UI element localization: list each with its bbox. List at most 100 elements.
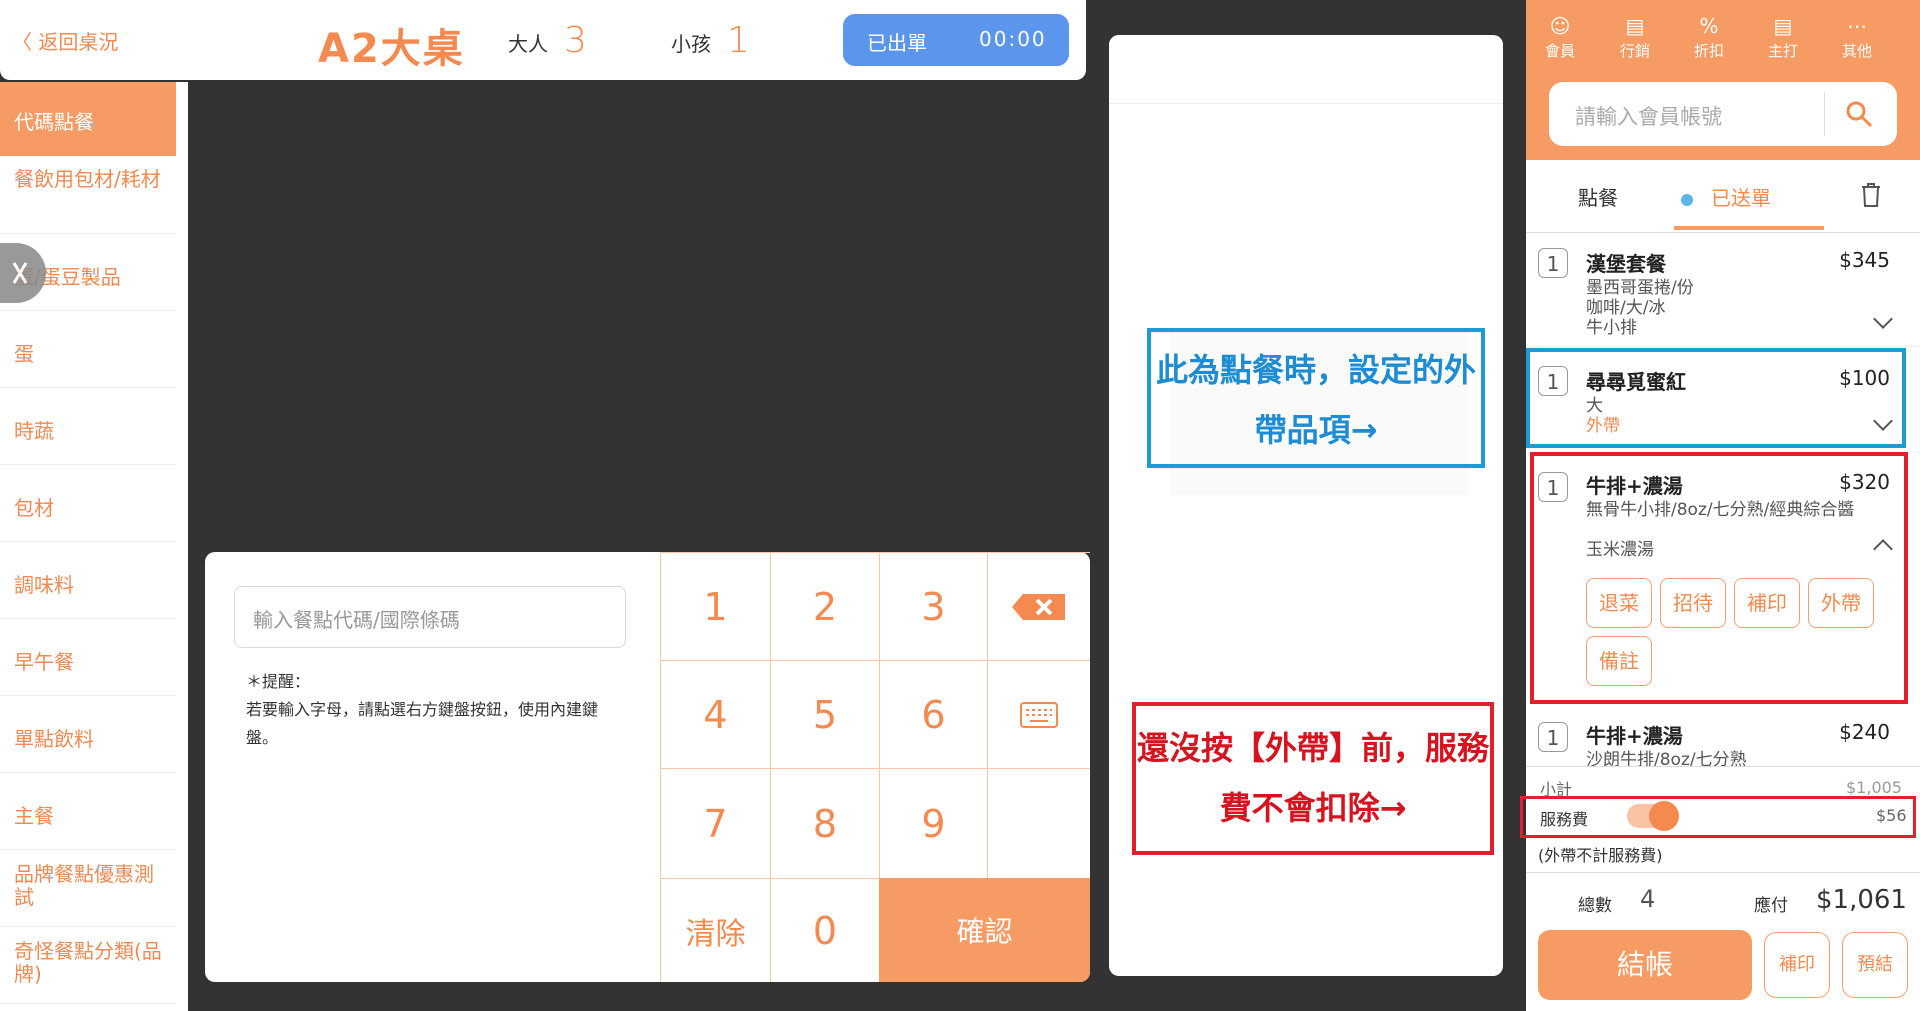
category-brand-odd[interactable]: 奇怪餐點分類(品牌) — [0, 928, 176, 1004]
payable-value: $1,061 — [1816, 885, 1907, 915]
code-input-placeholder: 輸入餐點代碼/國際條碼 — [253, 608, 460, 632]
category-packing[interactable]: 包材 — [0, 466, 176, 542]
key-7[interactable]: 7 — [660, 768, 770, 878]
total-row: 總數 4 應付 $1,061 — [1526, 872, 1920, 931]
sent-dot-icon — [1681, 193, 1693, 206]
key-1[interactable]: 1 — [660, 552, 770, 660]
tab-order[interactable]: 點餐 — [1578, 182, 1618, 211]
drag-handle[interactable] — [0, 243, 46, 303]
adult-label: 大人 — [508, 32, 548, 56]
child-label: 小孩 — [671, 32, 711, 56]
toolbar-label: 折扣 — [1693, 42, 1724, 60]
takeout-item-highlight — [1526, 348, 1906, 448]
key-4[interactable]: 4 — [660, 660, 770, 768]
tab-sent[interactable]: 已送單 — [1681, 182, 1771, 211]
category-sidebar: 代碼點餐 餐飲用包材/耗材 蛋/蛋豆製品 蛋 時蔬 包材 調味料 早午餐 單點飲… — [0, 82, 188, 1011]
category-drinks[interactable]: 單點飲料 — [0, 697, 176, 773]
category-vegetables[interactable]: 時蔬 — [0, 389, 176, 465]
service-fee-highlight — [1520, 796, 1916, 838]
marketing-icon: ▤ — [1625, 14, 1645, 38]
total-count-label: 總數 — [1578, 896, 1612, 916]
order-timer: 00:00 — [979, 27, 1047, 51]
member-search-input[interactable]: 請輸入會員帳號 — [1575, 101, 1722, 131]
toolbar-label: 行銷 — [1619, 42, 1650, 60]
item-name: 牛排+濃湯 — [1586, 724, 1683, 748]
code-input[interactable]: 輸入餐點代碼/國際條碼 — [234, 586, 626, 648]
key-3[interactable]: 3 — [879, 552, 987, 660]
expanded-item-highlight — [1530, 452, 1908, 704]
clear-key[interactable]: 清除 — [660, 878, 770, 982]
item-detail: 沙朗牛排/8oz/七分熟 — [1586, 750, 1747, 766]
confirm-key[interactable]: 確認 — [879, 878, 1090, 982]
reprint-button[interactable]: 補印 — [1764, 932, 1830, 998]
more-icon: ⋯ — [1847, 14, 1867, 38]
category-main[interactable]: 主餐 — [0, 774, 176, 850]
host-icon: ▤ — [1773, 14, 1793, 38]
key-5[interactable]: 5 — [770, 660, 879, 768]
prepay-button[interactable]: 預結 — [1842, 932, 1908, 998]
tip-title: ＊提醒： — [246, 672, 311, 691]
category-label: 品牌餐點優惠測試 — [14, 862, 154, 909]
category-seasoning[interactable]: 調味料 — [0, 543, 176, 619]
item-qty[interactable]: 1 — [1538, 722, 1568, 752]
keyboard-key[interactable] — [987, 660, 1090, 768]
backspace-icon — [1012, 593, 1065, 620]
item-price: $345 — [1839, 248, 1890, 272]
toolbar-label: 其他 — [1841, 42, 1872, 60]
member-icon: ☺ — [1549, 14, 1571, 38]
category-label: 奇怪餐點分類(品牌) — [14, 939, 162, 986]
category-label: 調味料 — [14, 573, 74, 597]
takeout-item-annotation: 此為點餐時，設定的外帶品項→ — [1147, 328, 1485, 468]
toolbar-marketing[interactable]: ▤ 行銷 — [1605, 14, 1665, 61]
toolbar-host[interactable]: ▤ 主打 — [1753, 14, 1813, 61]
key-8[interactable]: 8 — [770, 768, 879, 878]
category-label: 時蔬 — [14, 419, 54, 443]
payable-label: 應付 — [1754, 896, 1788, 916]
chevron-down-icon[interactable] — [1873, 309, 1893, 329]
tip-body: 若要輸入字母，請點選右方鍵盤按鈕，使用內建鍵盤。 — [246, 700, 599, 747]
category-label: 單點飲料 — [14, 727, 94, 751]
table-name: A2大桌 — [318, 26, 465, 72]
trash-icon[interactable] — [1860, 182, 1882, 208]
category-label: 早午餐 — [14, 650, 74, 674]
item-detail: 牛小排 — [1586, 318, 1637, 338]
toolbar-label: 主打 — [1767, 42, 1798, 60]
back-to-tables-link[interactable]: 〈 返回桌況 — [12, 26, 118, 55]
category-label: 蛋 — [14, 342, 34, 366]
category-code-order[interactable]: 代碼點餐 — [0, 82, 176, 156]
total-count: 4 — [1640, 885, 1656, 913]
adult-count[interactable]: 3 — [564, 20, 587, 61]
key-9[interactable]: 9 — [879, 768, 987, 878]
child-count[interactable]: 1 — [727, 20, 750, 61]
category-egg[interactable]: 蛋 — [0, 312, 176, 388]
order-item[interactable]: 1 漢堡套餐 $345 墨西哥蛋捲/份 咖啡/大/冰 牛小排 — [1526, 232, 1920, 347]
category-label: 餐飲用包材/耗材 — [14, 167, 161, 191]
category-brand-promo[interactable]: 品牌餐點優惠測試 — [0, 851, 176, 927]
item-detail: 墨西哥蛋捲/份 — [1586, 278, 1694, 298]
checkout-button[interactable]: 結帳 — [1538, 930, 1752, 1000]
keypad-tip: ＊提醒： 若要輸入字母，請點選右方鍵盤按鈕，使用內建鍵盤。 — [246, 668, 616, 752]
collapse-icon — [12, 262, 28, 284]
order-item[interactable]: 1 牛排+濃湯 $240 沙朗牛排/8oz/七分熟 — [1526, 710, 1920, 766]
backspace-key[interactable] — [987, 552, 1090, 660]
order-status-button[interactable]: 已出單 00:00 — [843, 14, 1069, 66]
item-price: $240 — [1839, 720, 1890, 744]
key-0[interactable]: 0 — [770, 878, 879, 982]
toolbar-member[interactable]: ☺ 會員 — [1530, 14, 1590, 61]
toolbar-more[interactable]: ⋯ 其他 — [1827, 14, 1887, 61]
category-brunch[interactable]: 早午餐 — [0, 620, 176, 696]
key-6[interactable]: 6 — [879, 660, 987, 768]
item-name: 漢堡套餐 — [1586, 252, 1666, 276]
category-packaging[interactable]: 餐飲用包材/耗材 — [0, 158, 176, 234]
subtotal-value: $1,005 — [1846, 778, 1902, 797]
service-fee-annotation: 還沒按【外帶】前，服務費不會扣除→ — [1132, 702, 1494, 855]
toolbar-discount[interactable]: % 折扣 — [1679, 14, 1739, 61]
discount-icon: % — [1699, 14, 1719, 38]
member-search[interactable]: 請輸入會員帳號 — [1549, 82, 1897, 146]
key-2[interactable]: 2 — [770, 552, 879, 660]
search-icon[interactable] — [1845, 100, 1873, 128]
order-status-label: 已出單 — [867, 31, 927, 55]
keyboard-icon — [1020, 701, 1058, 728]
category-label: 主餐 — [14, 804, 54, 828]
item-qty[interactable]: 1 — [1538, 248, 1568, 278]
